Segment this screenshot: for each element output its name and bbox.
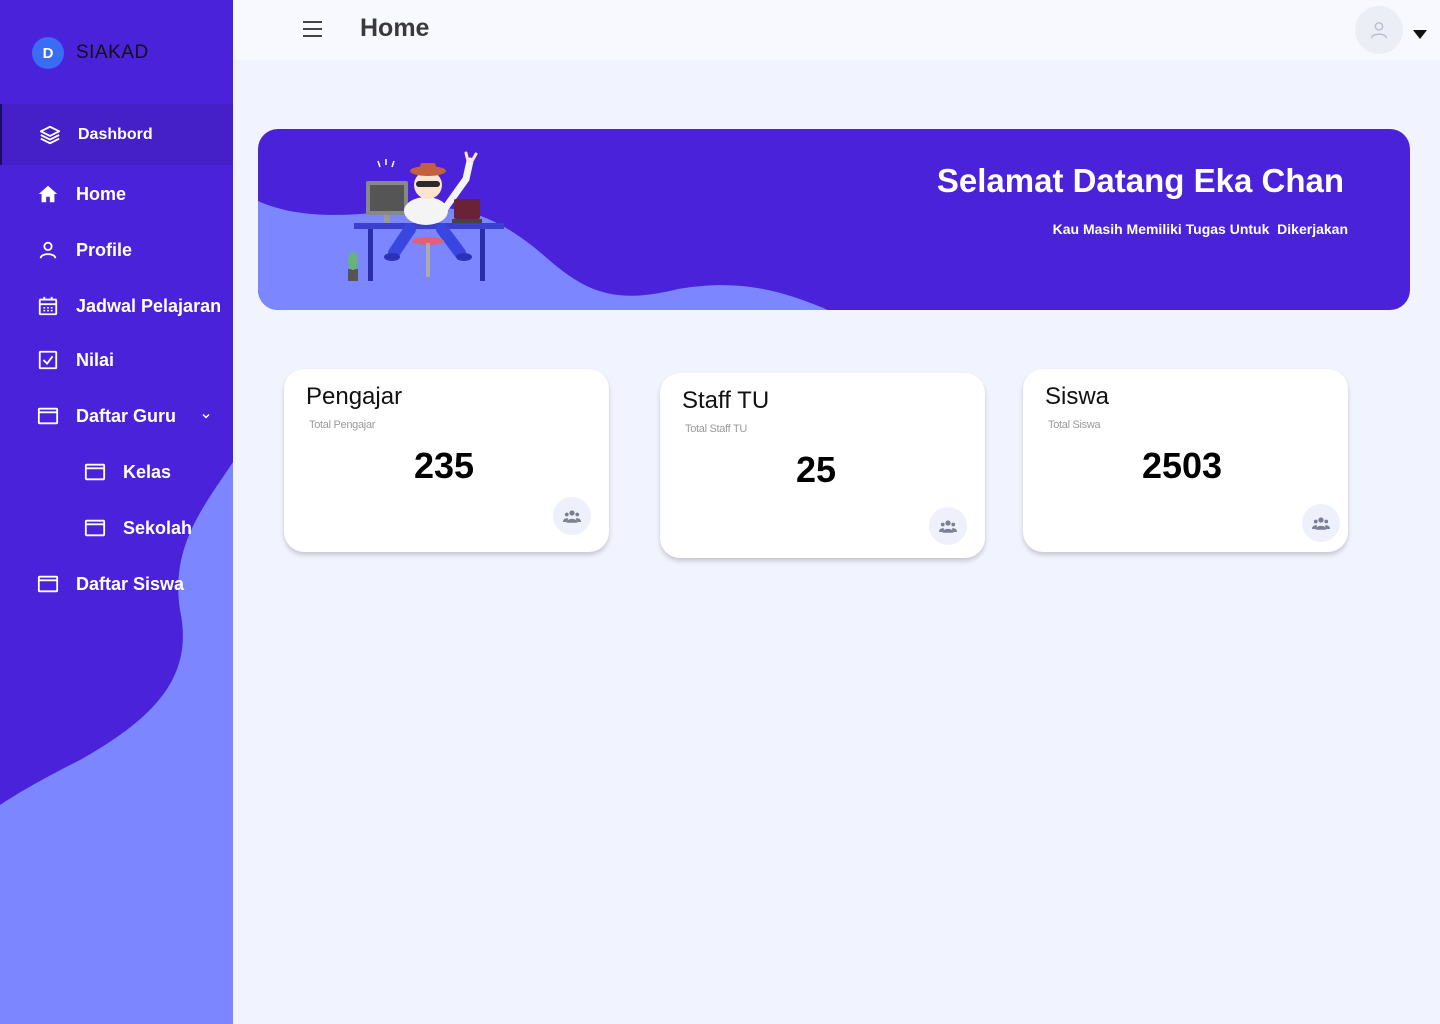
sidebar-item-label: Profile [76, 239, 133, 260]
stat-card-staff-tu[interactable]: Staff TU Total Staff TU 25 [660, 373, 985, 558]
worker-illustration [348, 151, 504, 281]
sidebar-item-profile[interactable]: Profile [0, 236, 233, 264]
sidebar-item-label: Home [76, 183, 127, 204]
sidebar-item-kelas[interactable]: Kelas [0, 458, 233, 486]
checkbox-icon [37, 349, 59, 371]
window-icon [37, 573, 59, 595]
user-icon [37, 239, 59, 261]
page-title: Home [360, 14, 430, 42]
banner-subtitle: Kau Masih Memiliki Tugas Untuk Dikerjaka… [1052, 221, 1348, 237]
sidebar-item-daftar-siswa[interactable]: Daftar Siswa [0, 570, 233, 598]
sidebar: D SIAKAD Dashbord Home Profile Jadwal Pe… [0, 0, 233, 1024]
layers-icon [39, 124, 61, 146]
users-icon [553, 497, 591, 535]
sidebar-item-label: Daftar Guru [76, 405, 177, 426]
chevron-down-icon[interactable] [200, 406, 212, 427]
users-icon [1302, 504, 1340, 542]
stat-card-siswa[interactable]: Siswa Total Siswa 2503 [1023, 369, 1348, 552]
card-subtitle: Total Staff TU [685, 423, 748, 435]
sidebar-item-label: Sekolah [123, 517, 193, 538]
card-title: Staff TU [682, 387, 770, 414]
sidebar-item-label: Jadwal Pelajaran [76, 295, 222, 316]
sidebar-item-daftar-guru[interactable]: Daftar Guru [0, 402, 233, 430]
top-bar: Home [233, 0, 1440, 60]
sidebar-item-nilai[interactable]: Nilai [0, 346, 233, 374]
sidebar-item-home[interactable]: Home [0, 180, 233, 208]
home-icon [37, 183, 59, 205]
sidebar-item-dashbord[interactable]: Dashbord [0, 104, 233, 165]
stat-card-pengajar[interactable]: Pengajar Total Pengajar 235 [284, 369, 609, 552]
user-avatar-icon [1370, 21, 1388, 39]
brand-name: SIAKAD [76, 42, 149, 63]
dropdown-caret-icon[interactable] [1413, 30, 1427, 39]
card-value: 25 [795, 449, 837, 490]
window-icon [37, 405, 59, 427]
sidebar-item-sekolah[interactable]: Sekolah [0, 514, 233, 542]
sidebar-item-label: Daftar Siswa [76, 573, 185, 594]
brand-logo: D [32, 37, 64, 69]
hamburger-icon[interactable] [303, 21, 322, 39]
calendar-icon [37, 295, 59, 317]
card-title: Pengajar [306, 383, 403, 410]
card-subtitle: Total Pengajar [309, 419, 376, 431]
brand[interactable]: D SIAKAD [32, 37, 149, 69]
avatar[interactable] [1355, 6, 1403, 54]
window-icon [84, 461, 106, 483]
sidebar-item-jadwal-pelajaran[interactable]: Jadwal Pelajaran [0, 292, 233, 320]
card-value: 2503 [1141, 445, 1223, 486]
card-subtitle: Total Siswa [1048, 419, 1101, 431]
banner-title: Selamat Datang Eka Chan [936, 162, 1344, 199]
sidebar-item-label: Kelas [123, 461, 172, 482]
card-value: 235 [413, 445, 475, 486]
card-title: Siswa [1045, 383, 1110, 410]
welcome-banner: Selamat Datang Eka Chan Kau Masih Memili… [258, 129, 1410, 310]
sidebar-item-label: Dashbord [78, 125, 153, 143]
users-icon [929, 507, 967, 545]
sidebar-item-label: Nilai [76, 349, 115, 370]
window-icon [84, 517, 106, 539]
